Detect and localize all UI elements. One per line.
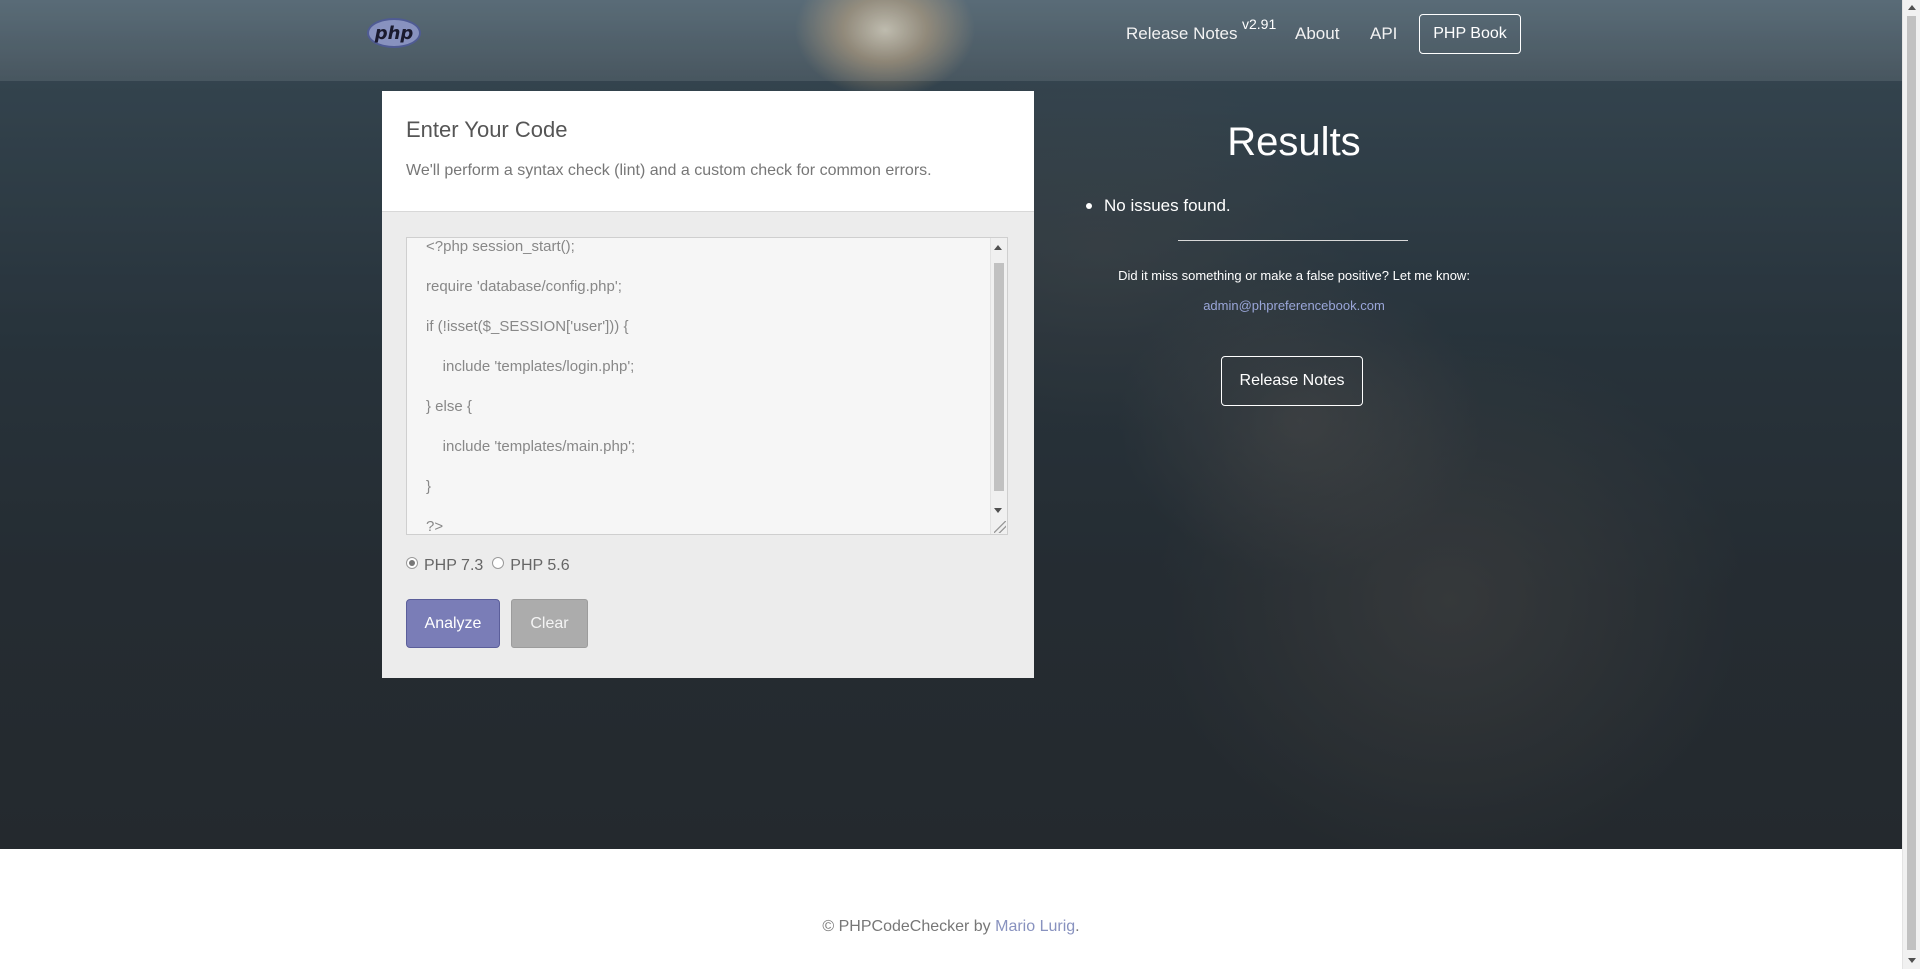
results-list: No issues found. — [1086, 196, 1231, 216]
page-scroll-thumb[interactable] — [1907, 16, 1916, 950]
footer-author-link[interactable]: Mario Lurig — [995, 918, 1075, 935]
nav-release-notes-link[interactable]: Release Notes — [1126, 24, 1238, 44]
code-line: include 'templates/login.php'; — [426, 358, 635, 375]
results-divider — [1178, 240, 1408, 241]
footer-copyright: © PHPCodeChecker by — [822, 918, 996, 935]
results-title: Results — [1227, 120, 1361, 164]
feedback-text: Did it miss something or make a false po… — [1118, 268, 1470, 283]
page-scroll-down-icon[interactable] — [1908, 958, 1916, 963]
footer-suffix: . — [1075, 918, 1080, 935]
code-line: ?> — [426, 518, 444, 535]
navbar — [0, 0, 1902, 81]
clear-button[interactable]: Clear — [511, 599, 588, 648]
code-line: if (!isset($_SESSION['user'])) { — [426, 318, 629, 335]
textarea-scroll-thumb[interactable] — [994, 263, 1004, 491]
result-item: No issues found. — [1086, 196, 1231, 216]
resize-grip-icon[interactable] — [994, 521, 1006, 533]
code-entry-panel: Enter Your Code We'll perform a syntax c… — [382, 91, 1034, 678]
page-scroll-up-icon[interactable] — [1908, 5, 1916, 10]
bullet-icon — [1086, 203, 1092, 209]
result-item-text: No issues found. — [1104, 196, 1231, 215]
footer: © PHPCodeChecker by Mario Lurig. — [0, 918, 1902, 936]
release-notes-button[interactable]: Release Notes — [1221, 356, 1363, 406]
php-logo[interactable]: php — [367, 18, 421, 48]
php-logo-text: php — [374, 22, 414, 44]
code-textarea[interactable]: <?php session_start(); require 'database… — [406, 237, 1008, 535]
radio-php56[interactable] — [492, 557, 505, 569]
code-line: require 'database/config.php'; — [426, 278, 622, 295]
radio-label-php73[interactable]: PHP 7.3 — [424, 557, 483, 575]
php-book-button[interactable]: PHP Book — [1419, 14, 1521, 54]
php-version-selector: PHP 7.3 PHP 5.6 — [406, 557, 579, 575]
code-line: include 'templates/main.php'; — [426, 438, 636, 455]
panel-subtitle: We'll perform a syntax check (lint) and … — [406, 162, 932, 179]
code-line: } else { — [426, 398, 472, 415]
textarea-scrollbar[interactable] — [990, 238, 1007, 534]
nav-api-link[interactable]: API — [1370, 24, 1397, 44]
nav-about-link[interactable]: About — [1295, 24, 1339, 44]
scroll-down-arrow-icon[interactable] — [994, 508, 1002, 513]
scroll-up-arrow-icon[interactable] — [994, 245, 1002, 250]
contact-email-link[interactable]: admin@phpreferencebook.com — [1074, 298, 1514, 313]
panel-header: Enter Your Code We'll perform a syntax c… — [382, 91, 1034, 212]
radio-php73[interactable] — [406, 557, 418, 569]
panel-title: Enter Your Code — [406, 117, 568, 142]
code-line: } — [426, 478, 432, 495]
page-scrollbar[interactable] — [1902, 0, 1920, 969]
radio-label-php56[interactable]: PHP 5.6 — [510, 557, 569, 575]
analyze-button[interactable]: Analyze — [406, 599, 500, 648]
page-viewport: php Release Notes v2.91 About API PHP Bo… — [0, 0, 1902, 969]
code-line: <?php session_start(); — [426, 238, 575, 255]
version-badge: v2.91 — [1242, 16, 1277, 32]
